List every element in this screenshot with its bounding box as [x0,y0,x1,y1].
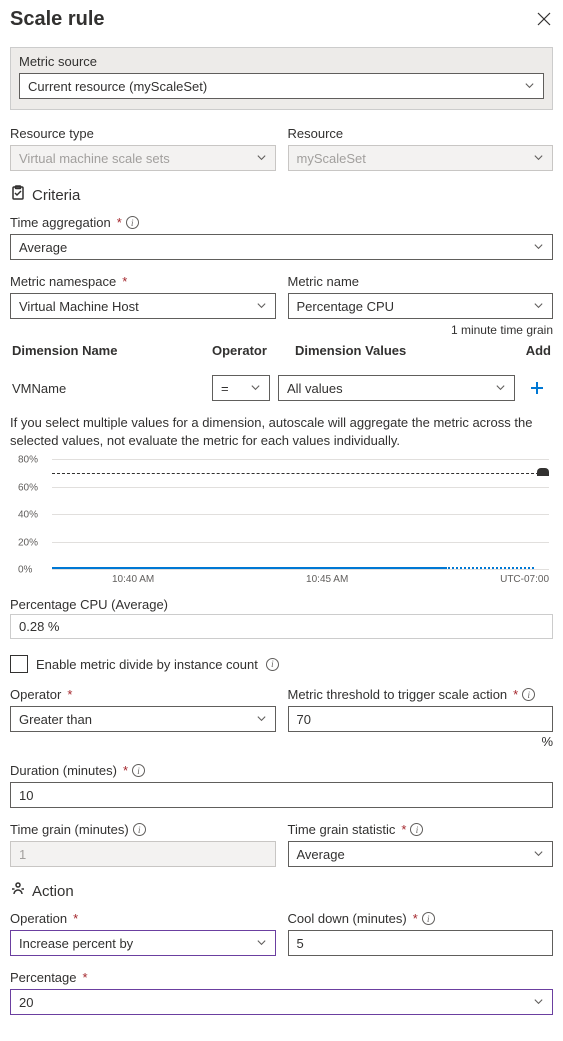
chevron-down-icon [256,151,267,166]
resource-type-value: Virtual machine scale sets [19,151,170,166]
metric-name-select[interactable]: Percentage CPU [288,293,554,319]
chevron-down-icon [533,240,544,255]
add-dimension-button[interactable] [523,374,551,402]
dimension-operator-select[interactable]: = [212,375,270,401]
dim-header-add: Add [511,343,551,358]
chevron-down-icon [533,847,544,862]
info-icon[interactable]: i [266,658,279,671]
chevron-down-icon [533,299,544,314]
metric-source-section: Metric source Current resource (myScaleS… [10,47,553,110]
resource-select: myScaleSet [288,145,554,171]
chevron-down-icon [524,79,535,94]
metric-source-label: Metric source [19,54,544,69]
operation-label: Operation* [10,911,276,926]
threshold-label: Metric threshold to trigger scale action… [288,687,554,702]
dimension-header-row: Dimension Name Operator Dimension Values… [10,343,553,368]
series-line [52,567,445,569]
operator-select[interactable]: Greater than [10,706,276,732]
resource-type-label: Resource type [10,126,276,141]
chevron-down-icon [256,712,267,727]
threshold-unit: % [288,734,554,749]
time-aggregation-select[interactable]: Average [10,234,553,260]
threshold-input[interactable]: 70 [288,706,554,732]
cool-down-input[interactable]: 5 [288,930,554,956]
percentage-input[interactable]: 20 [10,989,553,1015]
dim-header-operator: Operator [212,343,287,358]
chart-end-marker [537,468,549,476]
time-grain-stat-label: Time grain statistic* i [288,822,554,837]
resource-type-select: Virtual machine scale sets [10,145,276,171]
criteria-header: Criteria [10,185,553,205]
time-grain-min-input: 1 [10,841,276,867]
duration-input[interactable]: 10 [10,782,553,808]
threshold-line [52,473,549,474]
enable-divide-checkbox[interactable] [10,655,28,673]
cpu-summary: Percentage CPU (Average) 0.28 % [10,597,553,639]
time-grain-min-label: Time grain (minutes) i [10,822,276,837]
info-icon[interactable]: i [410,823,423,836]
metric-namespace-select[interactable]: Virtual Machine Host [10,293,276,319]
info-icon[interactable]: i [133,823,146,836]
cool-down-label: Cool down (minutes)* i [288,911,554,926]
info-icon[interactable]: i [522,688,535,701]
info-icon[interactable]: i [422,912,435,925]
info-icon[interactable]: i [132,764,145,777]
metric-name-label: Metric name [288,274,554,289]
series-line-projected [445,567,534,569]
chevron-down-icon [250,381,261,396]
action-icon [10,881,26,901]
dim-header-values: Dimension Values [287,343,511,358]
dimension-row: VMName = All values [10,368,553,408]
close-icon[interactable] [537,12,553,28]
duration-label: Duration (minutes)* i [10,763,553,778]
dimension-note: If you select multiple values for a dime… [10,414,553,449]
dim-header-name: Dimension Name [12,343,212,358]
resource-label: Resource [288,126,554,141]
percentage-label: Percentage* [10,970,553,985]
metric-namespace-label: Metric namespace* [10,274,276,289]
cpu-chart: 80% 60% 40% 20% 0% 10:40 AM 10:45 AM UTC… [10,459,553,589]
action-header: Action [10,881,553,901]
info-icon[interactable]: i [126,216,139,229]
metric-source-select[interactable]: Current resource (myScaleSet) [19,73,544,99]
resource-value: myScaleSet [297,151,366,166]
chevron-down-icon [495,381,506,396]
dimension-name: VMName [12,381,212,396]
chevron-down-icon [256,936,267,951]
clipboard-check-icon [10,185,26,205]
cpu-summary-value: 0.28 % [10,614,553,639]
operation-select[interactable]: Increase percent by [10,930,276,956]
metric-source-value: Current resource (myScaleSet) [28,79,207,94]
enable-divide-label: Enable metric divide by instance count [36,657,258,672]
panel-header: Scale rule [10,8,553,31]
panel-title: Scale rule [10,8,105,31]
dimension-values-select[interactable]: All values [278,375,515,401]
chevron-down-icon [533,995,544,1010]
cpu-summary-label: Percentage CPU (Average) [10,597,553,612]
operator-label: Operator* [10,687,276,702]
chevron-down-icon [256,299,267,314]
time-grain-note: 1 minute time grain [10,323,553,337]
chevron-down-icon [533,151,544,166]
chart-x-axis: 10:40 AM 10:45 AM UTC-07:00 [52,574,549,585]
time-grain-stat-select[interactable]: Average [288,841,554,867]
time-aggregation-label: Time aggregation* i [10,215,553,230]
